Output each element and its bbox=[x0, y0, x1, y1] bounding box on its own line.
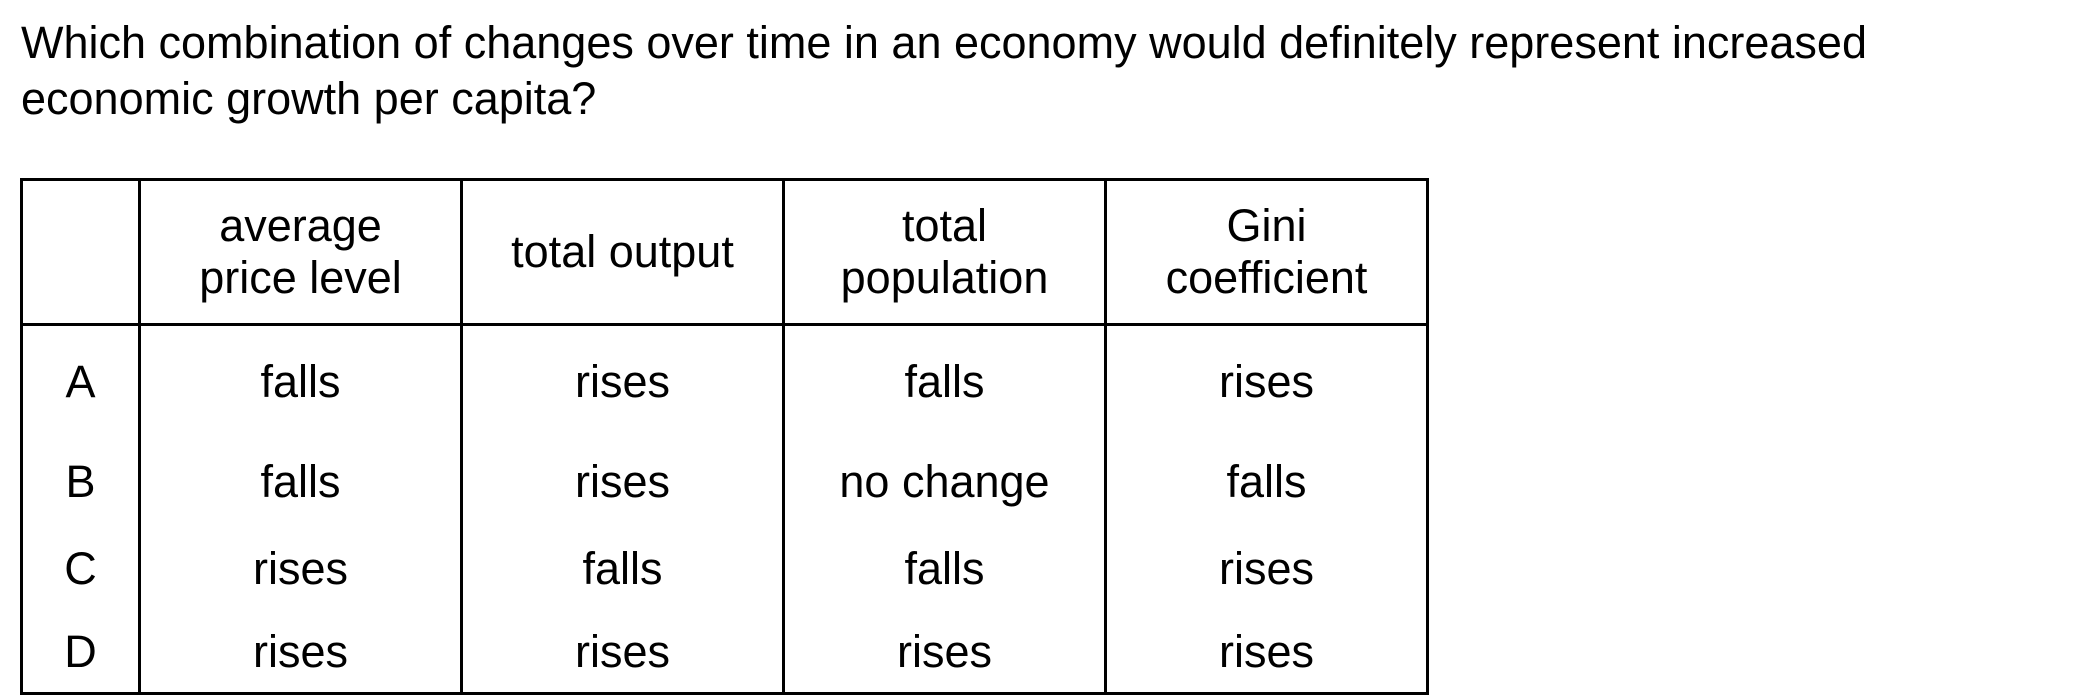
table-cell: falls bbox=[138, 324, 463, 438]
table-cell: falls bbox=[782, 324, 1107, 438]
header-line: total output bbox=[511, 226, 734, 277]
table-cell: rises bbox=[138, 525, 463, 612]
option-letter: D bbox=[20, 612, 141, 695]
table-cell: rises bbox=[1104, 525, 1429, 612]
header-gini-coefficient: Gini coefficient bbox=[1104, 178, 1429, 326]
table-row-option-d: D rises rises rises rises bbox=[20, 612, 1429, 695]
table-cell: rises bbox=[460, 438, 785, 525]
table-row-option-a: A falls rises falls rises bbox=[20, 324, 1429, 438]
table-cell: falls bbox=[782, 525, 1107, 612]
answer-options-table: average price level total output total p… bbox=[20, 178, 1429, 695]
table-cell: rises bbox=[138, 612, 463, 695]
header-line: coefficient bbox=[1165, 252, 1368, 303]
header-line: population bbox=[840, 252, 1049, 303]
header-option-cell bbox=[20, 178, 141, 326]
table-row-option-b: B falls rises no change falls bbox=[20, 438, 1429, 525]
question-line-2: economic growth per capita? bbox=[21, 73, 597, 124]
header-line: price level bbox=[199, 252, 402, 303]
table-header-row: average price level total output total p… bbox=[20, 178, 1429, 326]
table-cell: rises bbox=[782, 612, 1107, 695]
table-cell: rises bbox=[460, 324, 785, 438]
header-line: total bbox=[901, 200, 988, 251]
table-cell: falls bbox=[460, 525, 785, 612]
table-cell: falls bbox=[138, 438, 463, 525]
table-row-option-c: C rises falls falls rises bbox=[20, 525, 1429, 612]
option-letter: C bbox=[20, 525, 141, 612]
header-line: average bbox=[219, 200, 382, 251]
option-letter: B bbox=[20, 438, 141, 525]
header-total-population: total population bbox=[782, 178, 1107, 326]
table-cell: no change bbox=[782, 438, 1107, 525]
question-line-1: Which combination of changes over time i… bbox=[21, 17, 1867, 68]
table-cell: rises bbox=[460, 612, 785, 695]
table-cell: rises bbox=[1104, 612, 1429, 695]
header-line: Gini bbox=[1226, 200, 1307, 251]
table-cell: falls bbox=[1104, 438, 1429, 525]
table-cell: rises bbox=[1104, 324, 1429, 438]
question-text: Which combination of changes over time i… bbox=[21, 15, 2041, 127]
header-average-price-level: average price level bbox=[138, 178, 463, 326]
header-total-output: total output bbox=[460, 178, 785, 326]
option-letter: A bbox=[20, 324, 141, 438]
